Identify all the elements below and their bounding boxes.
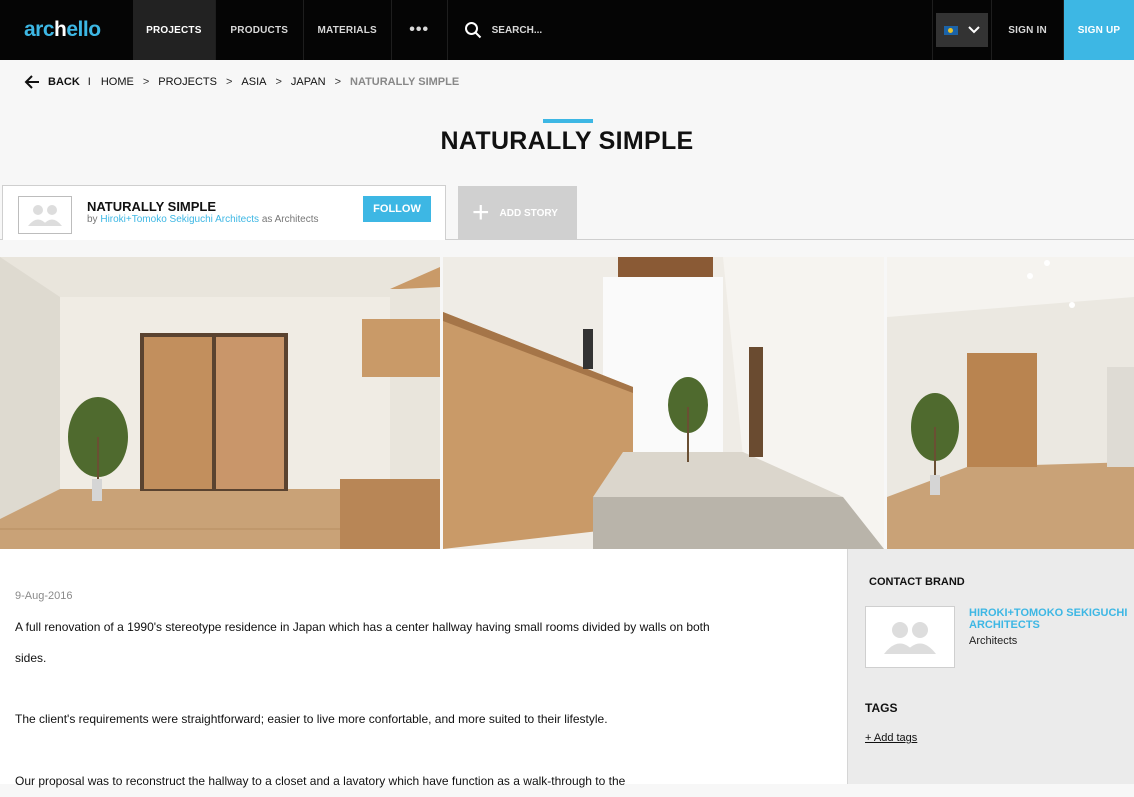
- top-navbar: arc h ello PROJECTS PRODUCTS MATERIALS •••…: [0, 0, 1134, 60]
- chevron-down-icon: [968, 26, 980, 34]
- page-title: NATURALLY SIMPLE: [440, 127, 694, 155]
- tags-heading: TAGS: [865, 701, 898, 715]
- byline-role: as Architects: [261, 214, 319, 225]
- breadcrumb-separator: >: [142, 76, 150, 88]
- article-paragraph-3: Our proposal was to reconstruct the hall…: [15, 774, 626, 788]
- breadcrumb-home[interactable]: HOME: [101, 76, 134, 88]
- logo-part-3: ello: [66, 18, 101, 41]
- author-link[interactable]: Hiroki+Tomoko Sekiguchi Architects: [100, 214, 259, 225]
- interior-photo-1: [0, 257, 440, 549]
- brand-type: Architects: [969, 635, 1018, 647]
- users-icon: [28, 205, 62, 226]
- language-dropdown[interactable]: [936, 13, 989, 47]
- article-date: 9-Aug-2016: [15, 590, 73, 602]
- gallery-photo-3[interactable]: [887, 257, 1134, 549]
- gallery-photo-1[interactable]: [0, 257, 440, 549]
- article-paragraph-1: A full renovation of a 1990's stereotype…: [15, 620, 710, 665]
- follow-button[interactable]: FOLLOW: [363, 196, 431, 222]
- sign-up-button[interactable]: SIGN UP: [1064, 0, 1134, 60]
- search-icon: [464, 22, 481, 39]
- article-body: 9-Aug-2016 A full renovation of a 1990's…: [0, 549, 847, 788]
- project-card: NATURALLY SIMPLE by Hiroki+Tomoko Sekigu…: [2, 185, 446, 240]
- search-placeholder: SEARCH...: [491, 24, 543, 36]
- breadcrumb-projects[interactable]: PROJECTS: [158, 76, 217, 88]
- brand-avatar[interactable]: [865, 606, 955, 668]
- project-name: NATURALLY SIMPLE: [87, 199, 217, 214]
- project-byline: by Hiroki+Tomoko Sekiguchi Architects as…: [87, 214, 319, 225]
- sidebar: CONTACT BRAND HIROKI+TOMOKO SEKIGUCHI AR…: [847, 549, 1134, 784]
- flag-icon: [944, 25, 959, 35]
- interior-photo-2: [443, 257, 884, 549]
- users-icon: [884, 622, 936, 654]
- add-story-button[interactable]: + ADD STORY: [458, 186, 577, 240]
- breadcrumb: BACK I HOME > PROJECTS > ASIA > JAPAN > …: [24, 75, 459, 89]
- breadcrumb-japan[interactable]: JAPAN: [291, 76, 326, 88]
- contact-brand-heading: CONTACT BRAND: [869, 576, 965, 588]
- nav-projects[interactable]: PROJECTS: [132, 0, 216, 60]
- nav-products[interactable]: PRODUCTS: [216, 0, 304, 60]
- gallery-photo-2[interactable]: [443, 257, 884, 549]
- breadcrumb-divider: I: [87, 76, 91, 88]
- arrow-left-icon[interactable]: [24, 75, 40, 89]
- search-input[interactable]: SEARCH...: [448, 0, 934, 60]
- author-avatar[interactable]: [18, 196, 72, 234]
- plus-icon: +: [472, 196, 490, 229]
- breadcrumb-asia[interactable]: ASIA: [241, 76, 266, 88]
- byline-prefix: by: [87, 214, 98, 225]
- archello-logo[interactable]: arc h ello: [0, 0, 133, 60]
- nav-more-button[interactable]: •••: [392, 0, 448, 60]
- add-tags-link[interactable]: + Add tags: [865, 732, 917, 744]
- breadcrumb-separator: >: [225, 76, 233, 88]
- brand-name-link[interactable]: HIROKI+TOMOKO SEKIGUCHI ARCHITECTS: [969, 607, 1129, 631]
- article-paragraph-2: The client's requirements were straightf…: [15, 712, 608, 726]
- nav-materials[interactable]: MATERIALS: [304, 0, 392, 60]
- add-story-label: ADD STORY: [499, 207, 558, 219]
- breadcrumb-separator: >: [275, 76, 282, 88]
- title-accent-bar: [543, 119, 593, 123]
- logo-part-2: h: [54, 18, 67, 41]
- interior-photo-3: [887, 257, 1134, 549]
- breadcrumb-separator: >: [334, 76, 341, 88]
- sign-in-button[interactable]: SIGN IN: [991, 0, 1065, 60]
- back-link[interactable]: BACK: [48, 76, 80, 88]
- language-selector[interactable]: [933, 0, 991, 60]
- breadcrumb-current: NATURALLY SIMPLE: [350, 76, 460, 88]
- logo-part-1: arc: [24, 18, 55, 41]
